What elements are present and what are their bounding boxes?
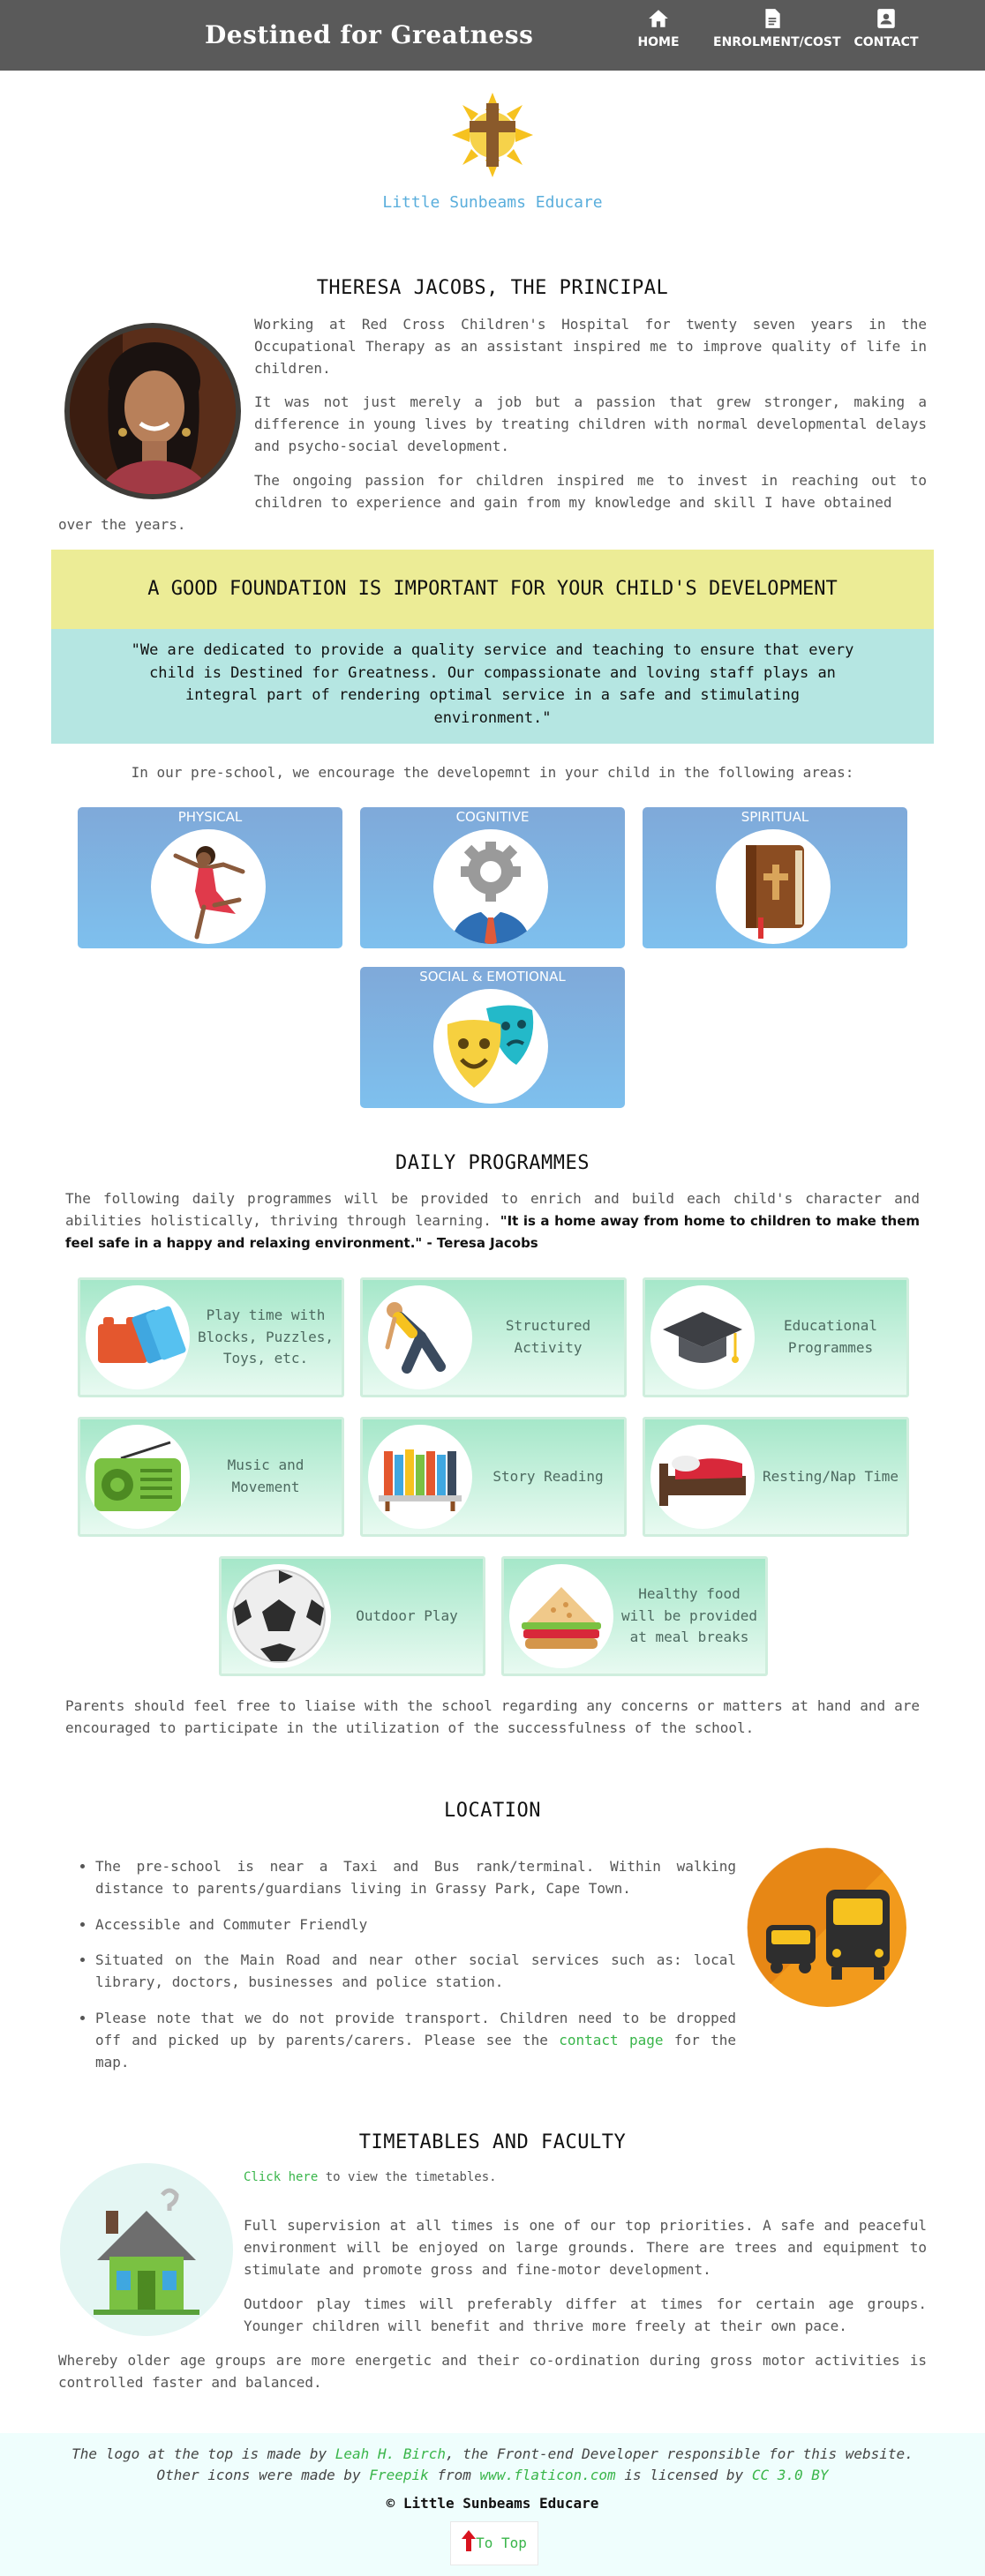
area-label: PHYSICAL xyxy=(177,809,243,825)
principal-paragraph-3-end: over the years. xyxy=(58,516,186,533)
programme-card-story: Story Reading xyxy=(360,1417,627,1537)
brand-title[interactable]: Destined for Greatness xyxy=(205,16,533,54)
footer-text: from xyxy=(437,2467,471,2483)
footer-text: The logo at the top is made by xyxy=(71,2445,327,2462)
foundation-heading: A GOOD FOUNDATION IS IMPORTANT FOR YOUR … xyxy=(51,550,934,629)
timetables-paragraph-1: Full supervision at all times is one of … xyxy=(244,2217,927,2278)
principal-paragraph-3: The ongoing passion for children inspire… xyxy=(254,472,927,511)
area-label: SOCIAL & EMOTIONAL xyxy=(419,969,566,985)
timetables-paragraph-2: Outdoor play times will preferably diffe… xyxy=(244,2295,927,2334)
freepik-link[interactable]: Freepik xyxy=(369,2467,428,2483)
area-card-physical: PHYSICAL xyxy=(78,807,342,948)
programme-card-educational: Educational Programmes xyxy=(643,1277,909,1397)
footer-text: is licensed by xyxy=(624,2467,744,2483)
location-list: The pre-school is near a Taxi and Bus ra… xyxy=(65,1856,736,2087)
area-label: SPIRITUAL xyxy=(741,809,809,825)
programme-label: Healthy food will be provided at meal br… xyxy=(620,1584,758,1646)
soccer-ball-icon xyxy=(232,1569,326,1663)
programme-label: Resting/Nap Time xyxy=(762,1467,899,1485)
programme-label: Story Reading xyxy=(492,1467,604,1485)
nav-enrolment[interactable]: ENROLMENT/COST xyxy=(713,7,841,53)
programmes-closing: Parents should feel free to liaise with … xyxy=(65,1697,920,1736)
location-item: Please note that we do not provide trans… xyxy=(95,2008,736,2073)
programme-card-outdoor: Outdoor Play xyxy=(219,1556,485,1676)
home-icon xyxy=(649,10,668,27)
timetables-heading: TIMETABLES AND FACULTY xyxy=(358,2131,627,2153)
document-icon xyxy=(765,9,780,28)
programme-card-food: Healthy food will be provided at meal br… xyxy=(501,1556,768,1676)
principal-paragraph-2: It was not just merely a job but a passi… xyxy=(254,393,927,454)
arrow-up-icon xyxy=(462,2530,477,2551)
radio-icon xyxy=(94,1441,181,1511)
programme-card-structured: Structured Activity xyxy=(360,1277,627,1397)
stretching-person-icon xyxy=(385,1302,446,1374)
flaticon-link[interactable]: www.flaticon.com xyxy=(480,2467,616,2483)
navbar: Destined for Greatness HOME ENROLMENT/CO… xyxy=(0,0,985,71)
location-item: Accessible and Commuter Friendly xyxy=(95,1914,736,1936)
principal-heading: THERESA JACOBS, THE PRINCIPAL xyxy=(316,277,669,299)
principal-photo xyxy=(64,323,241,499)
bed-icon xyxy=(659,1456,746,1506)
timetables-link[interactable]: Click here xyxy=(244,2170,318,2184)
theatre-masks-icon xyxy=(447,1005,534,1088)
programmes-heading: DAILY PROGRAMMES xyxy=(395,1152,590,1174)
house-icon xyxy=(60,2163,233,2336)
nav-enrolment-label: ENROLMENT/COST xyxy=(713,35,841,49)
dancer-icon xyxy=(173,846,245,940)
programme-label: Structured Activity xyxy=(505,1317,591,1356)
footer-text: Other icons were made by xyxy=(156,2467,361,2483)
timetables-paragraph-3: Whereby older age groups are more energe… xyxy=(58,2352,927,2391)
area-label: COGNITIVE xyxy=(455,809,530,825)
programme-card-music: Music and Movement xyxy=(78,1417,344,1537)
contact-page-link[interactable]: contact page xyxy=(559,2032,663,2048)
taxi-bus-icon xyxy=(747,1847,906,2007)
footer-credit-line-2: Other icons were made by Freepik from ww… xyxy=(0,2465,985,2486)
programme-label: Educational Programmes xyxy=(784,1317,877,1356)
area-card-cognitive: COGNITIVE xyxy=(360,807,625,948)
areas-intro: In our pre-school, we encourage the deve… xyxy=(131,764,854,781)
bookshelf-icon xyxy=(379,1449,462,1511)
timetables-link-text: to view the timetables. xyxy=(325,2170,497,2184)
programme-card-resting: Resting/Nap Time xyxy=(643,1417,909,1537)
location-heading: LOCATION xyxy=(444,1800,541,1822)
gear-head-icon xyxy=(451,842,530,944)
nav-contact-label: CONTACT xyxy=(853,35,919,49)
programme-label: Music and Movement xyxy=(227,1456,305,1495)
programme-label: Play time with Blocks, Puzzles, Toys, et… xyxy=(197,1306,335,1367)
sunbeam-cross-logo xyxy=(452,93,533,177)
bible-icon xyxy=(746,845,804,939)
programme-label: Outdoor Play xyxy=(356,1606,458,1624)
building-blocks-icon xyxy=(98,1306,186,1364)
nav-contact[interactable]: CONTACT xyxy=(853,7,919,53)
copyright: © Little Sunbeams Educare xyxy=(386,2495,599,2512)
programme-card-play: Play time with Blocks, Puzzles, Toys, et… xyxy=(78,1277,344,1397)
principal-paragraph-1: Working at Red Cross Children's Hospital… xyxy=(254,316,927,377)
location-item: Situated on the Main Road and near other… xyxy=(95,1950,736,1994)
to-top-label: To Top xyxy=(476,2535,527,2551)
nav-home-label: HOME xyxy=(637,35,680,49)
timetables-link-line: Click here to view the timetables. xyxy=(244,2168,927,2188)
nav-home[interactable]: HOME xyxy=(637,7,680,53)
area-card-spiritual: SPIRITUAL xyxy=(643,807,907,948)
location-item: The pre-school is near a Taxi and Bus ra… xyxy=(95,1856,736,1900)
footer-credit-line-1: The logo at the top is made by Leah H. B… xyxy=(0,2433,985,2465)
graduation-cap-icon xyxy=(663,1312,742,1363)
foundation-quote: "We are dedicated to provide a quality s… xyxy=(51,629,934,744)
license-link[interactable]: CC 3.0 BY xyxy=(752,2467,829,2483)
area-card-social: SOCIAL & EMOTIONAL xyxy=(360,967,625,1108)
site-name: Little Sunbeams Educare xyxy=(382,193,603,212)
programmes-intro: The following daily programmes will be p… xyxy=(65,1188,920,1254)
sandwich-icon xyxy=(522,1587,601,1649)
footer-text: , the Front-end Developer responsible fo… xyxy=(446,2445,914,2462)
author-link[interactable]: Leah H. Birch xyxy=(335,2445,446,2462)
to-top-button[interactable]: To Top xyxy=(450,2521,538,2565)
contact-card-icon xyxy=(877,9,895,28)
